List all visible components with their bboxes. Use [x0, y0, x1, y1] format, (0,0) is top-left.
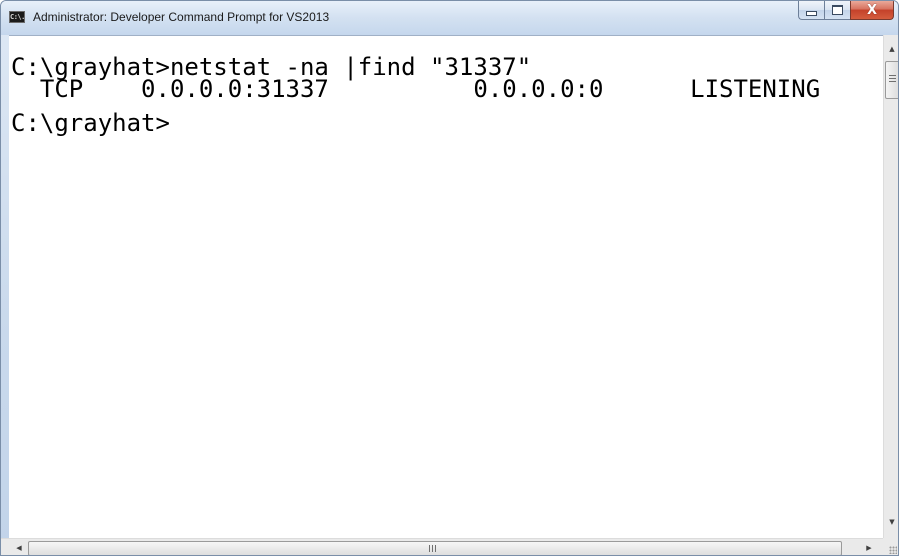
minimize-button[interactable]	[798, 1, 824, 20]
close-icon: X	[866, 2, 878, 18]
scroll-down-arrow-icon[interactable]: ▼	[884, 514, 898, 530]
maximize-button[interactable]	[824, 1, 850, 20]
scroll-left-arrow-icon[interactable]: ◀	[11, 540, 27, 555]
vertical-scrollbar[interactable]: ▲ ▼	[883, 35, 898, 538]
resize-grip-icon[interactable]	[883, 538, 898, 555]
console-line-result: TCP 0.0.0.0:31337 0.0.0.0:0 LISTENING	[11, 75, 821, 103]
horizontal-grip-icon	[429, 545, 437, 552]
maximize-icon	[832, 5, 843, 15]
scroll-right-arrow-icon[interactable]: ▶	[861, 540, 877, 555]
close-button[interactable]: X	[850, 1, 894, 20]
vertical-scroll-thumb[interactable]	[885, 61, 898, 99]
console-window: C:\. Administrator: Developer Command Pr…	[0, 0, 899, 556]
horizontal-scroll-thumb[interactable]	[28, 541, 842, 555]
vertical-grip-icon	[889, 75, 896, 83]
window-title: Administrator: Developer Command Prompt …	[33, 10, 330, 24]
console-output[interactable]: C:\grayhat>netstat -na |find "31337" TCP…	[9, 35, 883, 538]
title-bar[interactable]: C:\. Administrator: Developer Command Pr…	[1, 1, 898, 35]
minimize-icon	[806, 10, 817, 16]
console-line-prompt: C:\grayhat>	[11, 109, 170, 137]
console-text: C:\grayhat>netstat -na |find "31337" TCP…	[11, 55, 821, 137]
command-prompt-icon[interactable]: C:\.	[9, 11, 25, 23]
horizontal-scrollbar[interactable]: ◀ ▶	[1, 538, 883, 555]
scroll-up-arrow-icon[interactable]: ▲	[884, 41, 898, 57]
caption-buttons: X	[798, 1, 894, 21]
